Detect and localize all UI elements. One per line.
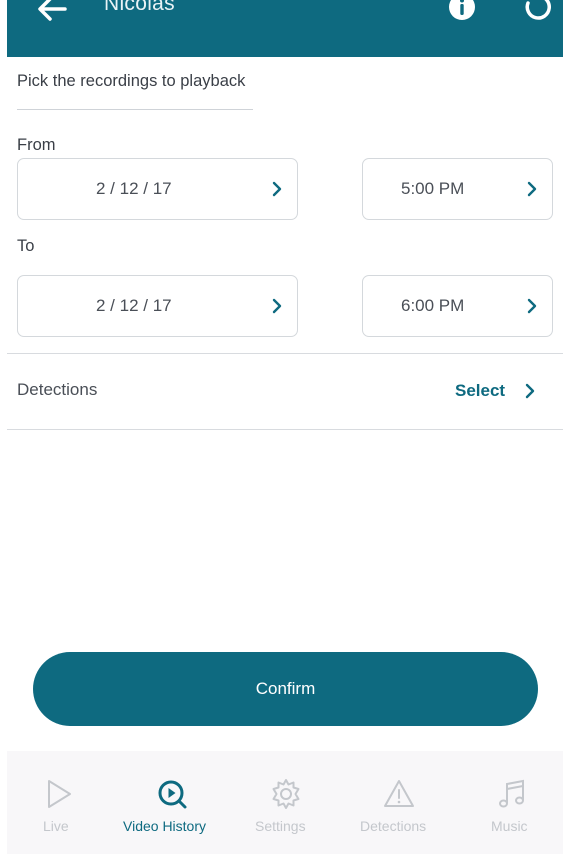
divider [7,353,563,354]
info-icon[interactable] [447,0,477,22]
detections-label: Detections [17,380,98,399]
tab-video-history[interactable]: Video History [117,751,227,854]
chevron-right-icon [527,181,537,197]
chevron-right-icon [272,181,282,197]
tab-label: Detections [360,818,427,834]
play-icon [48,780,71,808]
from-time-picker[interactable]: 5:00 PM [362,158,553,220]
to-time-picker[interactable]: 6:00 PM [362,275,553,337]
tab-detections[interactable]: Detections [352,751,452,854]
music-note-icon [499,779,524,808]
confirm-button[interactable]: Confirm [33,652,538,726]
chevron-right-icon[interactable] [523,382,537,400]
chevron-right-icon [527,298,537,314]
to-time-value: 6:00 PM [401,296,465,315]
bottom-tab-bar: Live Video History Settings Detections M… [7,751,563,854]
tab-label: Video History [123,818,207,834]
tab-label: Live [43,818,69,834]
tab-label: Music [491,818,528,834]
from-label: From [17,136,56,154]
tab-music[interactable]: Music [472,751,552,854]
divider [7,429,563,430]
tab-live[interactable]: Live [7,751,109,854]
warning-icon [384,780,414,807]
from-date-picker[interactable]: 2 / 12 / 17 [17,158,298,220]
camera-name-title: Nicolas [104,0,175,15]
section-title: Pick the recordings to playback [17,72,246,90]
detections-select-link[interactable]: Select [455,381,505,401]
video-history-icon [158,780,187,809]
from-time-value: 5:00 PM [401,179,465,198]
gear-icon [272,779,300,809]
from-date-value: 2 / 12 / 17 [96,179,172,198]
to-label: To [17,237,35,255]
back-arrow-icon[interactable] [35,0,69,24]
to-date-picker[interactable]: 2 / 12 / 17 [17,275,298,337]
refresh-icon[interactable] [523,0,553,22]
tab-label: Settings [255,818,306,834]
title-underline [17,109,253,110]
to-date-value: 2 / 12 / 17 [96,296,172,315]
app-header: Nicolas [7,0,563,57]
chevron-right-icon [272,298,282,314]
tab-settings[interactable]: Settings [242,751,332,854]
